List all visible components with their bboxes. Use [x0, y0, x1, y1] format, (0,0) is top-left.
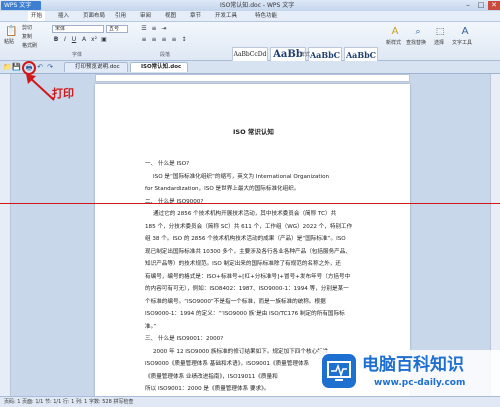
doc-line: 现已制定出国际标准共 10300 多个，主要涉及各行各业各种产品（包括服务产品、	[145, 249, 351, 255]
doc-line: 一、 什么是 ISO?	[145, 161, 190, 167]
doc-line: ISO9000《质量管理体系 基础和术语》，ISO9001《质量管理体系	[145, 361, 310, 367]
cut-button[interactable]: 剪切	[22, 25, 32, 32]
select-button[interactable]: 选择	[434, 40, 444, 47]
document-title: ISO 常识认知	[233, 128, 274, 136]
doc-line: 个标准的编号。“ISO9000”不是指一个标准，而是一族标准的统称。根据	[145, 299, 326, 305]
new-style-icon[interactable]: A	[389, 26, 401, 38]
doc-line: ISO9000-1：1994 的定义：“‘ISO9000 族’是由 ISO/TC…	[145, 311, 345, 317]
print-annotation-label: 打印	[52, 87, 74, 100]
menu-references[interactable]: 引用	[115, 11, 126, 21]
doc-line: 二、 什么是 ISO9000?	[145, 199, 204, 205]
doc-line: 所以 ISO9001：2000 是《质量管理体系 要求》。	[145, 386, 270, 392]
format-painter-button[interactable]: 格式刷	[22, 43, 37, 50]
style-sample: AaBbC	[345, 50, 377, 60]
paste-label[interactable]: 粘贴	[4, 39, 14, 46]
paste-icon[interactable]: 📋	[5, 26, 17, 38]
doc-line: 有编号，编号的格式是：ISO+标准号+[杠+分标准号]+冒号+发布年号（方括号中	[145, 274, 351, 280]
status-text: 页码: 1 页面: 1/1 节: 1/1 行: 1 列: 1 字数: 528 拼…	[4, 399, 134, 405]
close-button[interactable]: ✕	[488, 1, 500, 10]
line-spacing-icon[interactable]: ↕	[180, 36, 188, 44]
menu-review[interactable]: 审阅	[140, 11, 151, 21]
font-group-caption: 字体	[72, 52, 83, 58]
doc-line: 185 个，分技术委员会（简称 SC）共 611 个，工作组（WG）2022 个…	[145, 224, 353, 230]
menu-bar: 开始 插入 页面布局 引用 审阅 视图 章节 开发工具 特色功能	[0, 11, 500, 22]
bold-icon[interactable]: B	[52, 36, 60, 44]
ribbon: 📋 粘贴 剪切 复制 格式刷 宋体 五号 B I U A x² ▣ ☰ ≡ ⇥ …	[0, 22, 500, 71]
bullets-icon[interactable]: ☰	[140, 25, 148, 33]
redo-icon[interactable]: ↷	[46, 63, 54, 71]
status-bar: 页码: 1 页面: 1/1 节: 1/1 行: 1 列: 1 字数: 528 拼…	[0, 396, 500, 407]
menu-chapter[interactable]: 章节	[190, 11, 201, 21]
italic-icon[interactable]: I	[61, 36, 69, 44]
style-sample: AaBbC	[309, 50, 341, 60]
new-style-button[interactable]: 新样式	[386, 40, 401, 47]
font-size-select[interactable]: 五号	[106, 25, 128, 33]
doc-line: for Standardization，ISO 是世界上最大的国际标准化组织。	[145, 186, 300, 192]
style-sample: AaBbCcDd	[233, 51, 267, 58]
align-right-icon[interactable]: ≡	[160, 36, 168, 44]
wps-menu-button[interactable]: WPS 文字	[1, 1, 41, 10]
doc-line: 准。”	[145, 324, 157, 330]
doc-line: 三、 什么是 ISO9001：2000?	[145, 336, 224, 342]
watermark-url: www.pc-daily.com	[374, 378, 466, 388]
find-replace-icon[interactable]: ⌕	[412, 26, 424, 38]
vertical-ruler	[0, 74, 11, 396]
numbering-icon[interactable]: ≡	[150, 25, 158, 33]
text-tools-button[interactable]: 文字工具	[452, 40, 472, 47]
doc-line: 通过它的 2856 个技术机构开展技术活动，其中技术委员会（简称 TC）共	[153, 211, 337, 217]
justify-icon[interactable]: ≡	[170, 36, 178, 44]
vertical-scrollbar[interactable]	[490, 74, 500, 396]
menu-page-layout[interactable]: 页面布局	[83, 11, 105, 21]
menu-special[interactable]: 特色功能	[255, 11, 277, 21]
menu-view[interactable]: 视图	[165, 11, 176, 21]
underline-icon[interactable]: U	[70, 36, 78, 44]
paragraph-group-caption: 段落	[160, 52, 171, 58]
minimize-button[interactable]: –	[462, 1, 474, 10]
doc-line: 2000 年 12 ISO9000 族标准的修订结果如下。规定加下四个核心标准，	[153, 349, 334, 355]
monitor-logo-icon	[322, 354, 356, 388]
undo-icon[interactable]: ↶	[36, 63, 44, 71]
superscript-icon[interactable]: x²	[90, 36, 98, 44]
menu-insert[interactable]: 插入	[58, 11, 69, 21]
doc-line: 《质量管理体系 业绩改进指南》，ISO19011《质量和	[145, 374, 278, 380]
window-title: ISO常认知.doc - WPS 文字	[220, 2, 295, 9]
folder-icon[interactable]: 📁	[3, 63, 12, 71]
text-tools-icon[interactable]: A	[459, 26, 471, 38]
save-icon[interactable]: 💾	[12, 63, 21, 71]
doc-line: 的内容可有可无），例如：ISO8402：1987、ISO9000-1：1994 …	[145, 286, 349, 292]
menu-home[interactable]: 开始	[28, 11, 46, 21]
tab-print-preview-doc[interactable]: 打印预览说明.doc	[64, 62, 128, 72]
tab-iso-doc[interactable]: ISO常认知.doc	[130, 62, 188, 72]
doc-line: 组 38 个。ISO 的 2856 个技术机构技术活动的成果（产品）是“国际标准…	[145, 236, 346, 242]
select-icon[interactable]: ⬚	[434, 26, 446, 38]
maximize-button[interactable]: □	[475, 1, 487, 10]
align-left-icon[interactable]: ≡	[140, 36, 148, 44]
horizontal-ruler	[95, 74, 410, 82]
style-group-caption: 样式	[300, 52, 311, 58]
doc-line: ISO 是“国际标准化组织”的缩写，英文为 International Orga…	[153, 174, 330, 180]
annotation-divider-line	[0, 203, 500, 204]
font-color-icon[interactable]: A	[80, 36, 88, 44]
copy-button[interactable]: 复制	[22, 34, 32, 41]
highlight-icon[interactable]: ▣	[100, 36, 108, 44]
site-watermark: 电脑百科知识 www.pc-daily.com	[318, 350, 500, 396]
align-center-icon[interactable]: ≡	[150, 36, 158, 44]
watermark-title: 电脑百科知识	[362, 355, 464, 375]
font-name-select[interactable]: 宋体	[52, 25, 104, 33]
menu-developer[interactable]: 开发工具	[215, 11, 237, 21]
find-replace-button[interactable]: 查找替换	[406, 40, 426, 47]
doc-line: 知识产品等）的技术规范。ISO 制定出来的国际标准除了有规范的名称之外，还	[145, 261, 341, 267]
indent-icon[interactable]: ⇥	[160, 25, 168, 33]
